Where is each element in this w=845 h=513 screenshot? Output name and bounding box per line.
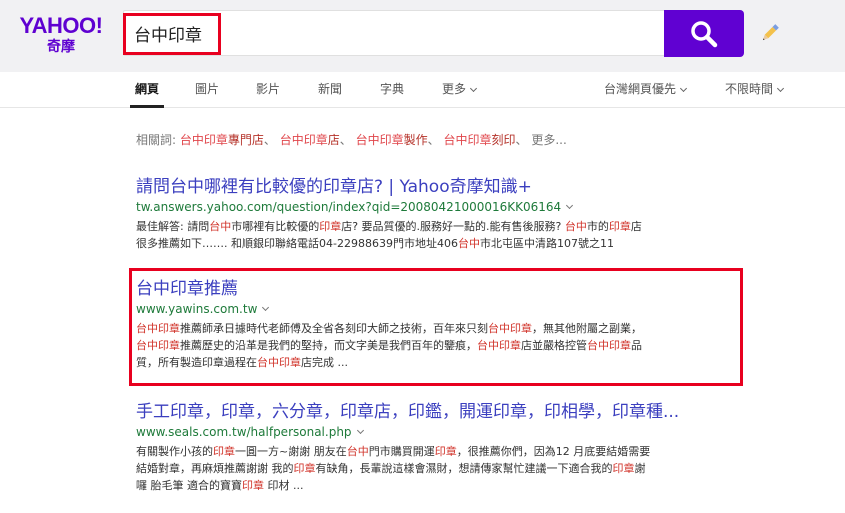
snippet-text: 印材 ...: [264, 479, 304, 492]
snippet-text: 推薦師承日據時代老師傅及全省各刻印大師之技術，百年來只刻: [180, 322, 488, 335]
tab-more-label: 更多: [442, 82, 467, 96]
snippet-line: 結婚對章，再麻煩推薦謝謝 我的印章有缺角，長輩說這樣會濕財，想請傳家幫忙建議一下…: [136, 460, 746, 477]
chevron-down-icon[interactable]: [356, 426, 364, 435]
related-item[interactable]: 台中印章專門店: [180, 133, 264, 147]
related-searches: 相關詞: 台中印章專門店、 台中印章店、 台中印章製作、 台中印章刻印、 更多.…: [136, 133, 567, 147]
snippet-line: 囉 胎毛筆 適合的寶寶印章 印材 ...: [136, 477, 746, 494]
result-url[interactable]: tw.answers.yahoo.com/question/index?qid=…: [136, 199, 746, 215]
related-item[interactable]: 台中印章店: [280, 133, 340, 147]
active-tab-indicator: [130, 105, 164, 108]
result-snippet: 最佳解答: 請問台中市哪裡有比較優的印章店? 要品質優的.服務好一點的.能有售後…: [136, 218, 746, 252]
result-title-link[interactable]: 手工印章，印章，六分章，印章店，印鑑，開運印章，印相學，印章種...: [136, 401, 746, 423]
snippet-text: 店並嚴格控管: [521, 339, 587, 352]
logo-wordmark: YAHOO!: [19, 13, 103, 38]
time-filter[interactable]: 不限時間: [725, 80, 785, 97]
chevron-down-icon[interactable]: [566, 201, 574, 210]
region-filter-label: 台灣網頁優先: [604, 82, 677, 96]
snippet-line: 很多推薦如下……. 和順銀印聯絡電話04-22988639門市地址406台中市北…: [136, 235, 746, 252]
search-input[interactable]: [134, 15, 434, 51]
snippet-text: 店: [630, 220, 642, 233]
result-url[interactable]: www.yawins.com.tw: [136, 301, 746, 317]
region-filter[interactable]: 台灣網頁優先: [604, 80, 688, 97]
snippet-highlight: 台中: [457, 237, 480, 250]
snippet-highlight: 台中印章: [136, 339, 180, 352]
chevron-down-icon: [679, 84, 688, 93]
snippet-line: 有關製作小孩的印章一圓一方~謝謝 朋友在台中門市購買開運印章，很推薦你們，因為1…: [136, 443, 746, 460]
pencil-icon[interactable]: [760, 22, 780, 44]
snippet-text: 有缺角，長輩說這樣會濕財，想請傳家幫忙建議一下適合我的: [315, 462, 613, 475]
snippet-text: 結婚對章，再麻煩推薦謝謝 我的: [136, 462, 294, 475]
tab-more[interactable]: 更多: [442, 80, 478, 97]
snippet-highlight: 台中印章: [587, 339, 631, 352]
snippet-text: 有關製作小孩的: [136, 445, 213, 458]
search-result: 台中印章推薦 www.yawins.com.tw 台中印章推薦師承日據時代老師傅…: [136, 278, 746, 371]
vertical-tabs: 網頁 圖片 影片 新聞 字典 更多 台灣網頁優先 不限時間: [0, 72, 845, 108]
snippet-highlight: 印章: [612, 462, 635, 475]
tab-videos[interactable]: 影片: [256, 80, 280, 97]
snippet-highlight: 台中印章: [477, 339, 521, 352]
snippet-text: ，無其他附屬之副業，: [532, 322, 642, 335]
snippet-text: 囉 胎毛筆 適合的寶寶: [136, 479, 242, 492]
chevron-down-icon: [776, 84, 785, 93]
snippet-text: 市的: [586, 220, 609, 233]
related-item[interactable]: 台中印章刻印: [443, 133, 515, 147]
snippet-text: 質，所有製造印章過程在: [136, 356, 257, 369]
tab-news[interactable]: 新聞: [318, 80, 342, 97]
snippet-line: 台中印章推薦師承日據時代老師傅及全省各刻印大師之技術，百年來只刻台中印章，無其他…: [136, 320, 746, 337]
search-button[interactable]: [664, 10, 744, 57]
chevron-down-icon[interactable]: [262, 303, 270, 312]
related-item[interactable]: 台中印章製作: [356, 133, 428, 147]
time-filter-label: 不限時間: [725, 82, 774, 96]
snippet-line: 台中印章推薦歷史的沿革是我們的堅持，而文字美是我們百年的鑒痕，台中印章店並嚴格控…: [136, 337, 746, 354]
snippet-highlight: 印章: [319, 220, 342, 233]
result-snippet: 台中印章推薦師承日據時代老師傅及全省各刻印大師之技術，百年來只刻台中印章，無其他…: [136, 320, 746, 371]
snippet-text: 市北屯區中清路107號之11: [479, 237, 614, 250]
snippet-highlight: 印章: [434, 445, 457, 458]
search-result: 手工印章，印章，六分章，印章店，印鑑，開運印章，印相學，印章種... www.s…: [136, 401, 746, 494]
snippet-text: 很多推薦如下……. 和順銀印聯絡電話04-22988639門市地址406: [136, 237, 458, 250]
snippet-highlight: 印章: [293, 462, 316, 475]
search-result: 請問台中哪裡有比較優的印章店? | Yahoo奇摩知識+ tw.answers.…: [136, 176, 746, 252]
tab-images[interactable]: 圖片: [195, 80, 219, 97]
snippet-line: 質，所有製造印章過程在台中印章店完成 ...: [136, 354, 746, 371]
search-icon: [691, 20, 718, 47]
snippet-text: 店? 要品質優的.服務好一點的.能有售後服務?: [341, 220, 565, 233]
result-title-link[interactable]: 請問台中哪裡有比較優的印章店? | Yahoo奇摩知識+: [136, 176, 746, 198]
header-bar: YAHOO! 奇摩: [0, 0, 845, 72]
snippet-highlight: 台中: [564, 220, 587, 233]
snippet-highlight: 台中: [346, 445, 369, 458]
snippet-text: 謝: [634, 462, 646, 475]
snippet-highlight: 印章: [608, 220, 631, 233]
snippet-highlight: 台中印章: [257, 356, 301, 369]
snippet-highlight: 台中印章: [136, 322, 180, 335]
snippet-text: 最佳解答: 請問: [136, 220, 210, 233]
snippet-text: 門市購買開運: [368, 445, 435, 458]
related-more-link[interactable]: 更多...: [531, 133, 566, 147]
yahoo-logo[interactable]: YAHOO! 奇摩: [14, 14, 108, 60]
snippet-highlight: 印章: [242, 479, 264, 492]
tab-dictionary[interactable]: 字典: [380, 80, 404, 97]
tab-web[interactable]: 網頁: [135, 80, 159, 97]
snippet-highlight: 台中印章: [488, 322, 532, 335]
related-label: 相關詞:: [136, 133, 177, 147]
snippet-text: 品: [631, 339, 642, 352]
snippet-highlight: 印章: [213, 445, 235, 458]
logo-subtitle: 奇摩: [47, 39, 75, 55]
snippet-text: 市哪裡有比較優的: [231, 220, 320, 233]
snippet-text: 店完成 ...: [301, 356, 348, 369]
result-url[interactable]: www.seals.com.tw/halfpersonal.php: [136, 424, 746, 440]
snippet-text: 一圓一方~謝謝 朋友在: [235, 445, 347, 458]
chevron-down-icon: [469, 84, 478, 93]
snippet-line: 最佳解答: 請問台中市哪裡有比較優的印章店? 要品質優的.服務好一點的.能有售後…: [136, 218, 746, 235]
result-title-link[interactable]: 台中印章推薦: [136, 278, 746, 300]
snippet-highlight: 台中: [209, 220, 232, 233]
snippet-text: 推薦歷史的沿革是我們的堅持，而文字美是我們百年的鑒痕，: [180, 339, 477, 352]
snippet-text: ，很推薦你們，因為12 月底要結婚需要: [456, 445, 651, 458]
result-snippet: 有關製作小孩的印章一圓一方~謝謝 朋友在台中門市購買開運印章，很推薦你們，因為1…: [136, 443, 746, 494]
